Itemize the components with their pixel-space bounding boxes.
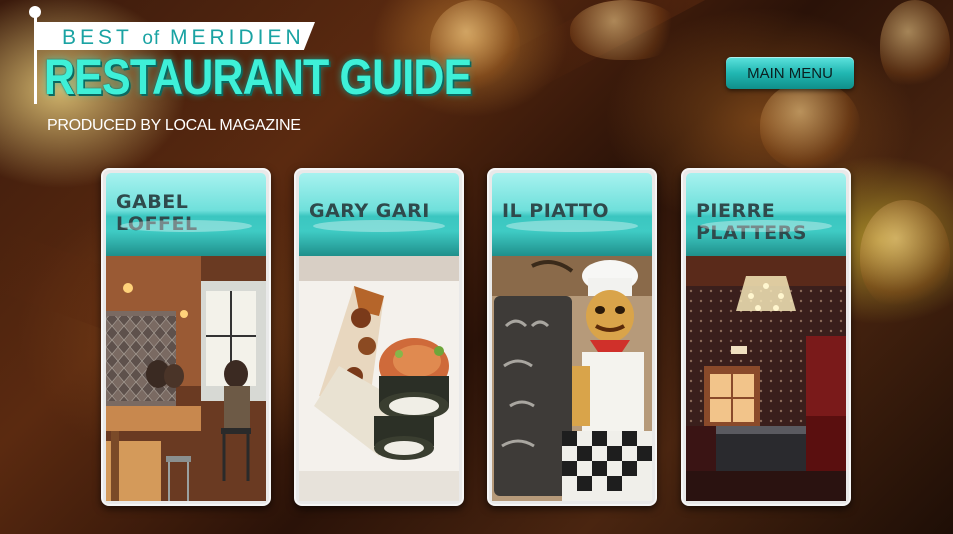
hanging-lamp: [570, 0, 680, 60]
restaurant-photo: [299, 256, 459, 501]
restaurant-photo: [686, 256, 846, 501]
card-header: GARY GARI: [299, 173, 459, 256]
restaurant-name: GABEL LOFFEL: [116, 191, 198, 235]
restaurant-photo: [492, 256, 652, 501]
restaurant-card-gary-gari[interactable]: GARY GARI: [294, 168, 464, 506]
card-header: PIERRE PLATTERS: [686, 173, 846, 256]
restaurant-name: IL PIATTO: [502, 200, 610, 222]
background-scene: BEST of MERIDIEN RESTAURANT GUIDE PRODUC…: [0, 0, 953, 534]
main-menu-button[interactable]: MAIN MENU: [726, 57, 854, 89]
app-title: RESTAURANT GUIDE: [44, 49, 472, 105]
restaurant-name: GARY GARI: [309, 200, 430, 222]
hanging-lamp: [880, 0, 950, 90]
card-header: GABEL LOFFEL: [106, 173, 266, 256]
restaurant-card-gabel-loffel[interactable]: GABEL LOFFEL: [101, 168, 271, 506]
hanging-lamp: [760, 80, 860, 170]
banner-word-of: of: [142, 28, 161, 49]
banner-word-best: BEST: [62, 26, 133, 49]
restaurant-card-il-piatto[interactable]: IL PIATTO: [487, 168, 657, 506]
restaurant-name: PIERRE PLATTERS: [696, 200, 807, 244]
subtitle: PRODUCED BY LOCAL MAGAZINE: [47, 117, 301, 134]
restaurant-photo: [106, 256, 266, 501]
card-header: IL PIATTO: [492, 173, 652, 256]
hanging-lamp: [860, 200, 950, 310]
logo-banner-text: BEST of MERIDIEN: [62, 26, 305, 51]
restaurant-card-pierre-platters[interactable]: PIERRE PLATTERS: [681, 168, 851, 506]
flag-pole: [34, 12, 37, 104]
banner-word-meridien: MERIDIEN: [170, 26, 305, 49]
